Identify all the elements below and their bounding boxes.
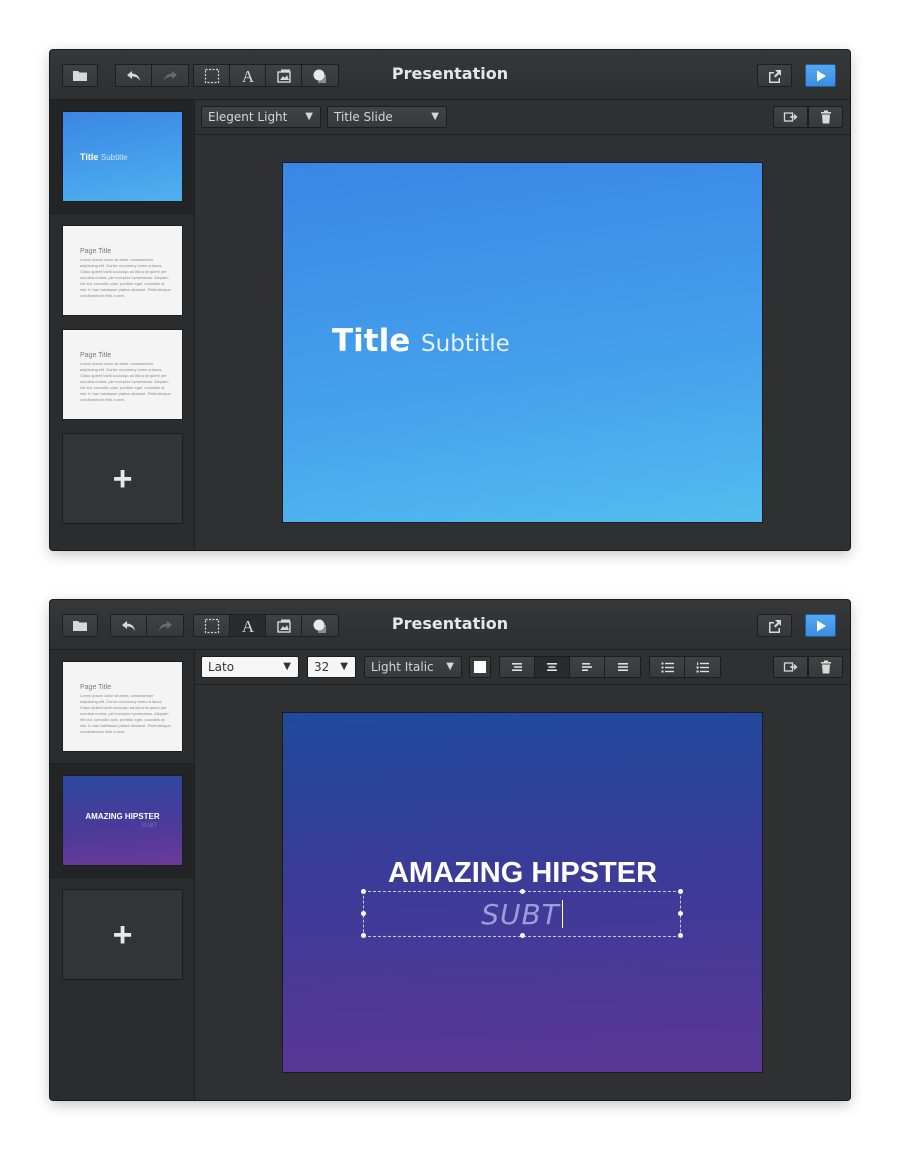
thumbnail-subtitle-text: SUBT (141, 823, 158, 829)
slide-editor[interactable]: AMAZING HIPSTER SUBT (282, 712, 763, 1073)
thumbnail-title: Title Subtitle (80, 152, 128, 162)
align-justify-button[interactable] (605, 657, 640, 677)
export-icon (783, 662, 797, 672)
bullet-list-button[interactable] (650, 657, 685, 677)
list-group (649, 656, 721, 678)
slide-thumbnail-1[interactable]: Title Subtitle (62, 111, 183, 202)
font-family-dropdown[interactable]: Lato ▼ (201, 656, 299, 678)
font-style-dropdown[interactable]: Light Italic ▼ (364, 656, 462, 678)
export-icon (783, 112, 797, 122)
caret-down-icon: ▼ (283, 661, 291, 672)
share-icon (768, 69, 781, 83)
thumbnail-body-text: Lorem ipsum dolor sit amet, consectetuer… (80, 693, 171, 734)
align-center-icon (547, 663, 557, 671)
trash-icon (820, 110, 831, 124)
resize-handle[interactable] (520, 933, 525, 938)
font-family-value: Lato (208, 660, 235, 674)
slide-thumbnail-3[interactable]: Page Title Lorem ipsum dolor sit amet, c… (62, 329, 183, 420)
play-button[interactable] (805, 64, 836, 87)
layout-dropdown-value: Title Slide (334, 110, 393, 124)
slide-sidebar: Page Title Lorem ipsum dolor sit amet, c… (50, 650, 195, 1100)
slide-thumbnail-1[interactable]: Page Title Lorem ipsum dolor sit amet, c… (62, 661, 183, 752)
thumbnail-subtitle-text: Subtitle (100, 153, 128, 162)
title-bar: A Presentation (50, 50, 850, 100)
resize-handle[interactable] (520, 889, 525, 894)
delete-slide-button[interactable] (808, 656, 843, 678)
play-icon (816, 70, 826, 81)
delete-slide-button[interactable] (808, 106, 843, 128)
numbered-list-button[interactable] (685, 657, 720, 677)
text-color-picker[interactable] (469, 656, 491, 678)
share-button[interactable] (757, 64, 792, 87)
window-title: Presentation (391, 64, 509, 83)
align-center-button[interactable] (535, 657, 570, 677)
layout-dropdown[interactable]: Title Slide ▼ (327, 106, 447, 128)
trash-icon (820, 660, 831, 674)
thumbnail-page-title: Page Title (80, 684, 112, 691)
slide-title-text[interactable]: Title Subtitle (332, 323, 510, 359)
theme-dropdown[interactable]: Elegent Light ▼ (201, 106, 321, 128)
align-right-button[interactable] (570, 657, 605, 677)
play-icon (816, 620, 826, 631)
bullet-list-icon (661, 662, 674, 672)
align-justify-icon (617, 663, 628, 671)
add-slide-button[interactable]: + (62, 433, 183, 524)
add-slide-button[interactable]: + (62, 889, 183, 980)
thumbnail-slot-selected[interactable]: AMAZING HIPSTER SUBT (50, 764, 194, 878)
thumbnail-page-title: Page Title (80, 352, 112, 359)
thumbnail-title-text: Title (80, 152, 99, 162)
window-title: Presentation (391, 614, 509, 633)
subtitle-text-box[interactable]: SUBT (361, 889, 683, 938)
export-slide-button[interactable] (773, 106, 808, 128)
resize-handle[interactable] (678, 889, 683, 894)
text-cursor (561, 900, 563, 928)
caret-down-icon: ▼ (431, 111, 439, 122)
slide-editor[interactable]: Title Subtitle (282, 162, 763, 523)
slide-subtitle: Subtitle (421, 331, 510, 357)
caret-down-icon: ▼ (446, 661, 454, 672)
slide-thumbnail-2[interactable]: AMAZING HIPSTER SUBT (62, 775, 183, 866)
slide-title: Title (332, 323, 411, 359)
text-format-toolbar: Lato ▼ 32 ▼ Light Italic ▼ (195, 650, 850, 685)
subtitle-text[interactable]: SUBT (364, 898, 680, 931)
slide-sidebar: Title Subtitle Page Title Lorem ipsum do… (50, 100, 195, 550)
text-color-fill (474, 661, 486, 673)
align-left-button[interactable] (500, 657, 535, 677)
export-slide-button[interactable] (773, 656, 808, 678)
align-left-icon (512, 663, 522, 671)
font-size-value: 32 (314, 660, 330, 674)
slide-title[interactable]: AMAZING HIPSTER (283, 857, 762, 890)
resize-handle[interactable] (361, 933, 366, 938)
thumbnail-page-title: Page Title (80, 248, 112, 255)
font-size-dropdown[interactable]: 32 ▼ (307, 656, 356, 678)
thumbnail-slot[interactable]: Page Title Lorem ipsum dolor sit amet, c… (50, 650, 194, 764)
presentation-window-2: A Presentation Page Title Lorem ipsum do… (50, 600, 850, 1100)
slide-toolbar: Elegent Light ▼ Title Slide ▼ (195, 100, 850, 135)
thumbnail-body-text: Lorem ipsum dolor sit amet, consectetuer… (80, 257, 171, 298)
align-right-icon (582, 663, 592, 671)
thumbnail-title-text: AMAZING HIPSTER (85, 812, 160, 821)
slide-canvas: Title Subtitle (195, 135, 850, 550)
slide-thumbnail-2[interactable]: Page Title Lorem ipsum dolor sit amet, c… (62, 225, 183, 316)
share-icon (768, 619, 781, 633)
title-bar: A Presentation (50, 600, 850, 650)
theme-dropdown-value: Elegent Light (208, 110, 288, 124)
slide-canvas: AMAZING HIPSTER SUBT (195, 685, 850, 1100)
alignment-group (499, 656, 641, 678)
thumbnail-body-text: Lorem ipsum dolor sit amet, consectetuer… (80, 361, 171, 402)
resize-handle[interactable] (361, 889, 366, 894)
resize-handle[interactable] (678, 933, 683, 938)
play-button[interactable] (805, 614, 836, 637)
presentation-window-1: A Presentation Title Subtitle Page Title… (50, 50, 850, 550)
caret-down-icon: ▼ (340, 661, 348, 672)
share-button[interactable] (757, 614, 792, 637)
thumbnail-slot-selected[interactable]: Title Subtitle (50, 100, 194, 214)
numbered-list-icon (696, 662, 709, 672)
font-style-value: Light Italic (371, 660, 434, 674)
caret-down-icon: ▼ (305, 111, 313, 122)
subtitle-typed-text: SUBT (481, 898, 560, 931)
